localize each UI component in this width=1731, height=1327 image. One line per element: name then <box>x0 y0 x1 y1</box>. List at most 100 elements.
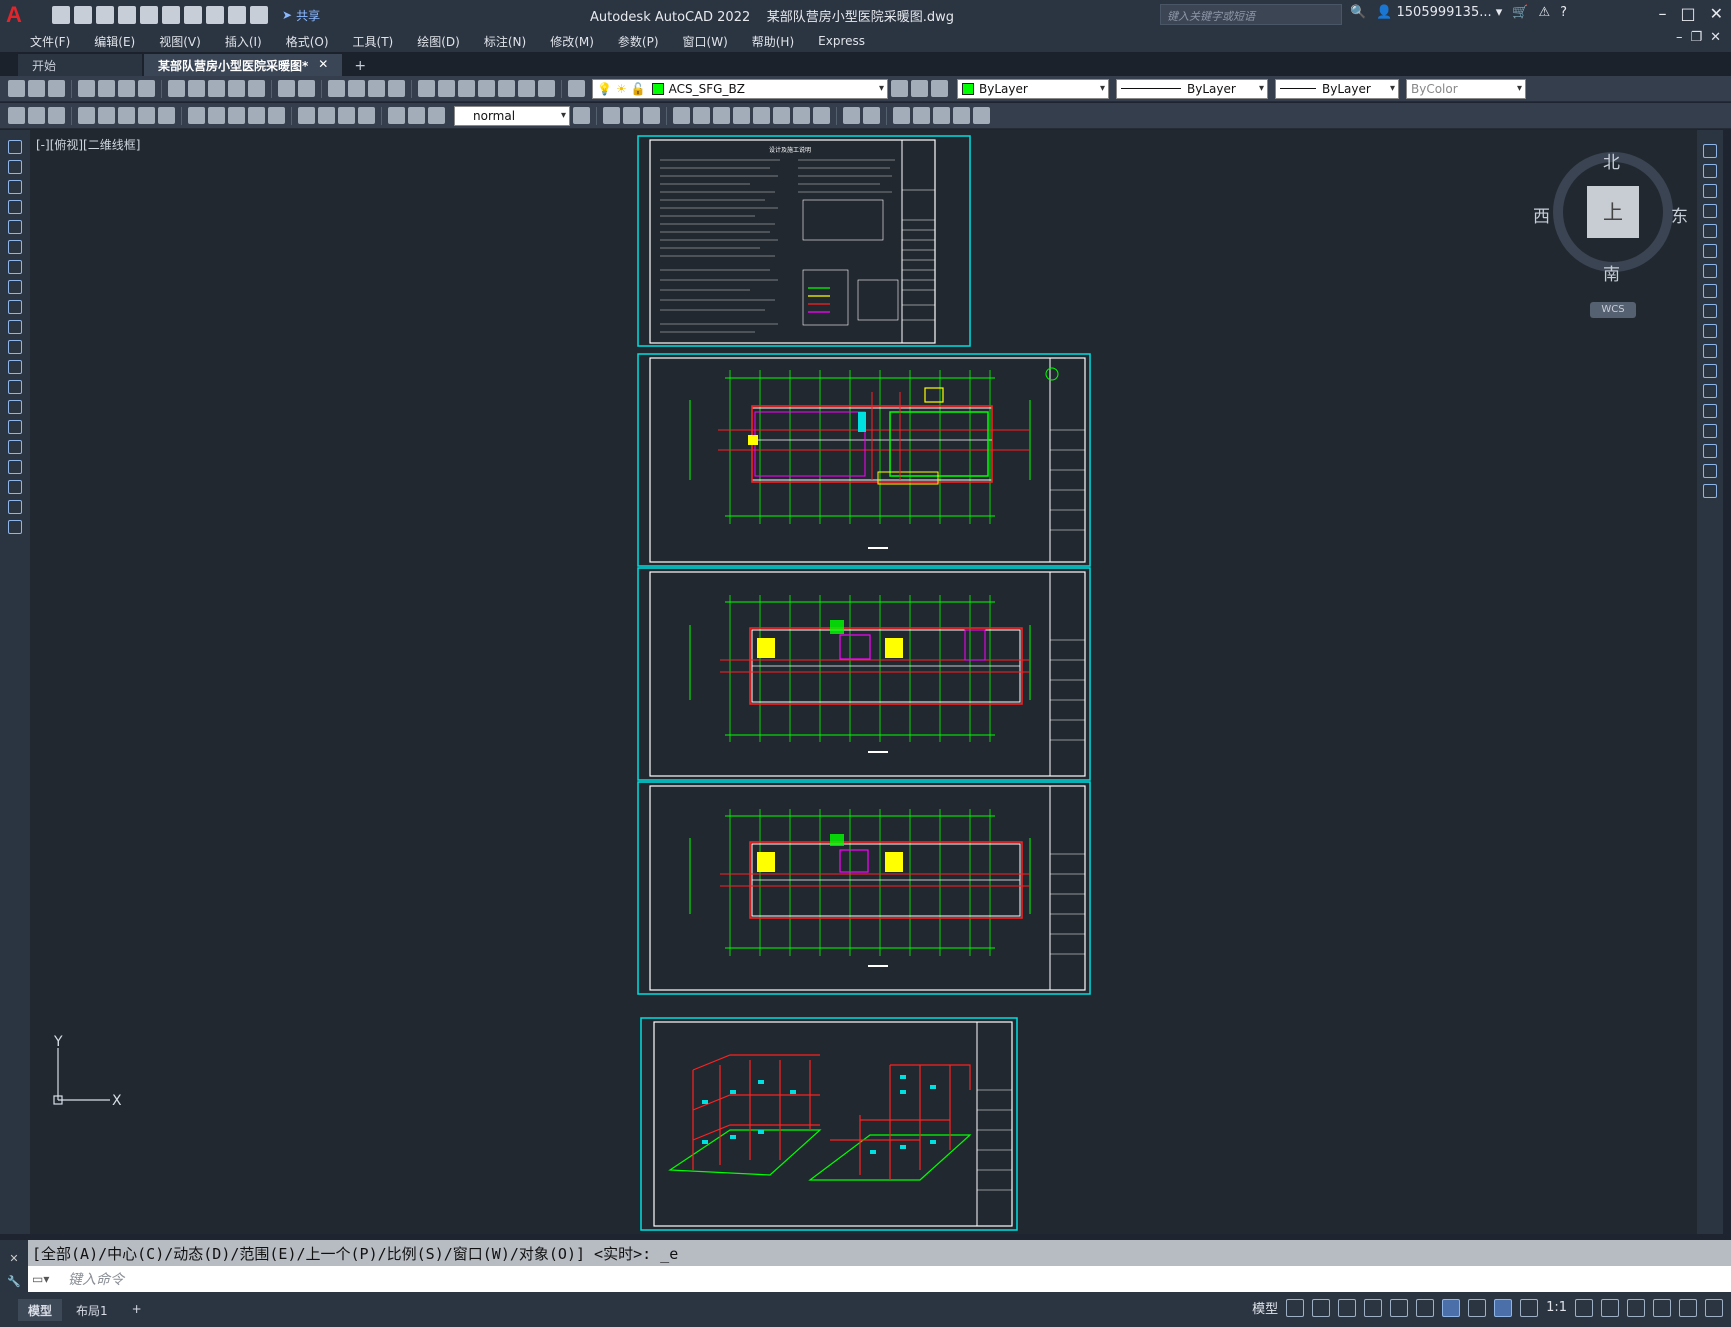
gradient-icon[interactable] <box>8 440 22 454</box>
object-snap-icon[interactable] <box>1442 1298 1461 1317</box>
lineweight-dropdown[interactable]: ByLayer ▾ <box>1275 78 1399 99</box>
table-icon[interactable] <box>8 480 22 494</box>
menu-modify[interactable]: 修改(M) <box>538 33 606 50</box>
copy-faces-icon[interactable] <box>793 107 810 124</box>
shade-flat-icon[interactable] <box>843 107 860 124</box>
dim-arc-icon[interactable] <box>48 107 65 124</box>
offset-faces-icon[interactable] <box>713 107 730 124</box>
menu-help[interactable]: 帮助(H) <box>740 33 806 50</box>
color-dropdown[interactable]: ByLayer ▾ <box>957 78 1109 99</box>
properties-icon[interactable] <box>418 80 435 97</box>
workspace-gear-icon[interactable] <box>1575 1298 1593 1317</box>
save-as-icon[interactable] <box>118 6 136 24</box>
zoom-previous-icon[interactable] <box>388 80 405 97</box>
model-space-label[interactable]: 模型 <box>1252 1298 1278 1317</box>
close-command-line-icon[interactable]: ✕ <box>0 1252 28 1265</box>
block-editor-icon[interactable] <box>248 80 265 97</box>
text-style-dropdown[interactable]: normal ▾ <box>454 105 570 126</box>
maximize-icon[interactable]: □ <box>1680 4 1695 23</box>
separate-icon[interactable] <box>913 107 930 124</box>
dim-radius-icon[interactable] <box>98 107 115 124</box>
command-prompt-icon[interactable]: ▭▾ <box>32 1272 49 1286</box>
rectangle-icon[interactable] <box>8 220 22 234</box>
undo-icon[interactable] <box>278 80 295 97</box>
spline-icon[interactable] <box>8 300 22 314</box>
tab-document[interactable]: 某部队营房小型医院采暖图* ✕ <box>144 54 343 76</box>
arc-icon[interactable] <box>8 240 22 254</box>
doc-close-icon[interactable]: ✕ <box>1710 30 1721 45</box>
snap-icon[interactable] <box>1312 1298 1331 1317</box>
construction-line-icon[interactable] <box>8 160 22 174</box>
hatch-icon[interactable] <box>8 420 22 434</box>
dim-style-icon[interactable] <box>573 107 590 124</box>
plus-icon[interactable] <box>1601 1298 1619 1317</box>
menu-window[interactable]: 窗口(W) <box>671 33 740 50</box>
revision-cloud-icon[interactable] <box>8 280 22 294</box>
extrude-faces-icon[interactable] <box>673 107 690 124</box>
units-icon[interactable] <box>1627 1298 1645 1317</box>
make-block-icon[interactable] <box>8 380 22 394</box>
polygon-icon[interactable] <box>8 200 22 214</box>
menu-insert[interactable]: 插入(I) <box>213 33 274 50</box>
customize-qa-icon[interactable] <box>250 6 268 24</box>
intersect-icon[interactable] <box>643 107 660 124</box>
plot-icon[interactable] <box>78 80 95 97</box>
polar-icon[interactable] <box>1364 1298 1383 1317</box>
dim-diameter-icon[interactable] <box>138 107 155 124</box>
new-tab-button[interactable]: + <box>344 56 376 76</box>
menu-edit[interactable]: 编辑(E) <box>82 33 147 50</box>
design-center-icon[interactable] <box>438 80 455 97</box>
tolerance-icon[interactable] <box>298 107 315 124</box>
center-mark-icon[interactable] <box>318 107 335 124</box>
annotation-scale[interactable]: 1:1 <box>1546 1300 1567 1315</box>
open-web-icon[interactable] <box>140 6 158 24</box>
ellipse-arc-icon[interactable] <box>8 340 22 354</box>
extend-icon[interactable] <box>1703 344 1717 358</box>
mirror-icon[interactable] <box>1703 184 1717 198</box>
annotation-visibility-icon[interactable] <box>1494 1298 1513 1317</box>
isodraft-icon[interactable] <box>1390 1298 1409 1317</box>
dim-edit-icon[interactable] <box>388 107 405 124</box>
compass-east[interactable]: 东 <box>1671 202 1688 227</box>
move-faces-icon[interactable] <box>693 107 710 124</box>
pan-icon[interactable] <box>328 80 345 97</box>
zoom-realtime-icon[interactable] <box>348 80 365 97</box>
check-icon[interactable] <box>973 107 990 124</box>
copy-object-icon[interactable] <box>1703 164 1717 178</box>
jogged-linear-icon[interactable] <box>358 107 375 124</box>
imprint-icon[interactable] <box>893 107 910 124</box>
make-current-layer-icon[interactable] <box>891 80 908 97</box>
help-search-input[interactable]: 键入关键字或短语 <box>1160 4 1342 25</box>
compass-south[interactable]: 南 <box>1603 260 1620 285</box>
chamfer-icon[interactable] <box>1703 424 1717 438</box>
plot-preview-icon[interactable] <box>98 80 115 97</box>
layer-state-icon[interactable] <box>931 80 948 97</box>
save-web-icon[interactable] <box>162 6 180 24</box>
dim-linear-icon[interactable] <box>8 107 25 124</box>
circle-icon[interactable] <box>8 260 22 274</box>
dim-update-icon[interactable] <box>428 107 445 124</box>
layer-dropdown[interactable]: 💡 ☀ 🔓 ACS_SFG_BZ ▾ <box>592 78 888 99</box>
shade-gouraud-icon[interactable] <box>863 107 880 124</box>
dim-aligned-icon[interactable] <box>28 107 45 124</box>
menu-view[interactable]: 视图(V) <box>147 33 213 50</box>
close-icon[interactable]: ✕ <box>1710 4 1723 23</box>
multiline-text-icon[interactable] <box>8 500 22 514</box>
join-icon[interactable] <box>1703 404 1717 418</box>
explode-icon[interactable] <box>1703 484 1717 498</box>
zoom-window-icon[interactable] <box>368 80 385 97</box>
dim-continue-icon[interactable] <box>228 107 245 124</box>
new-file-icon[interactable] <box>52 6 70 24</box>
menu-file[interactable]: 文件(F) <box>18 33 82 50</box>
paste-icon[interactable] <box>208 80 225 97</box>
linetype-dropdown[interactable]: ByLayer ▾ <box>1116 78 1268 99</box>
calculator-icon[interactable] <box>518 80 535 97</box>
dim-break-icon[interactable] <box>268 107 285 124</box>
union-icon[interactable] <box>603 107 620 124</box>
scale-icon[interactable] <box>1703 284 1717 298</box>
connect-icon[interactable]: ⚠ <box>1538 5 1550 20</box>
ortho-icon[interactable] <box>1338 1298 1357 1317</box>
stretch-icon[interactable] <box>1703 304 1717 318</box>
sheet-set-icon[interactable] <box>478 80 495 97</box>
minimize-icon[interactable]: – <box>1658 4 1666 23</box>
